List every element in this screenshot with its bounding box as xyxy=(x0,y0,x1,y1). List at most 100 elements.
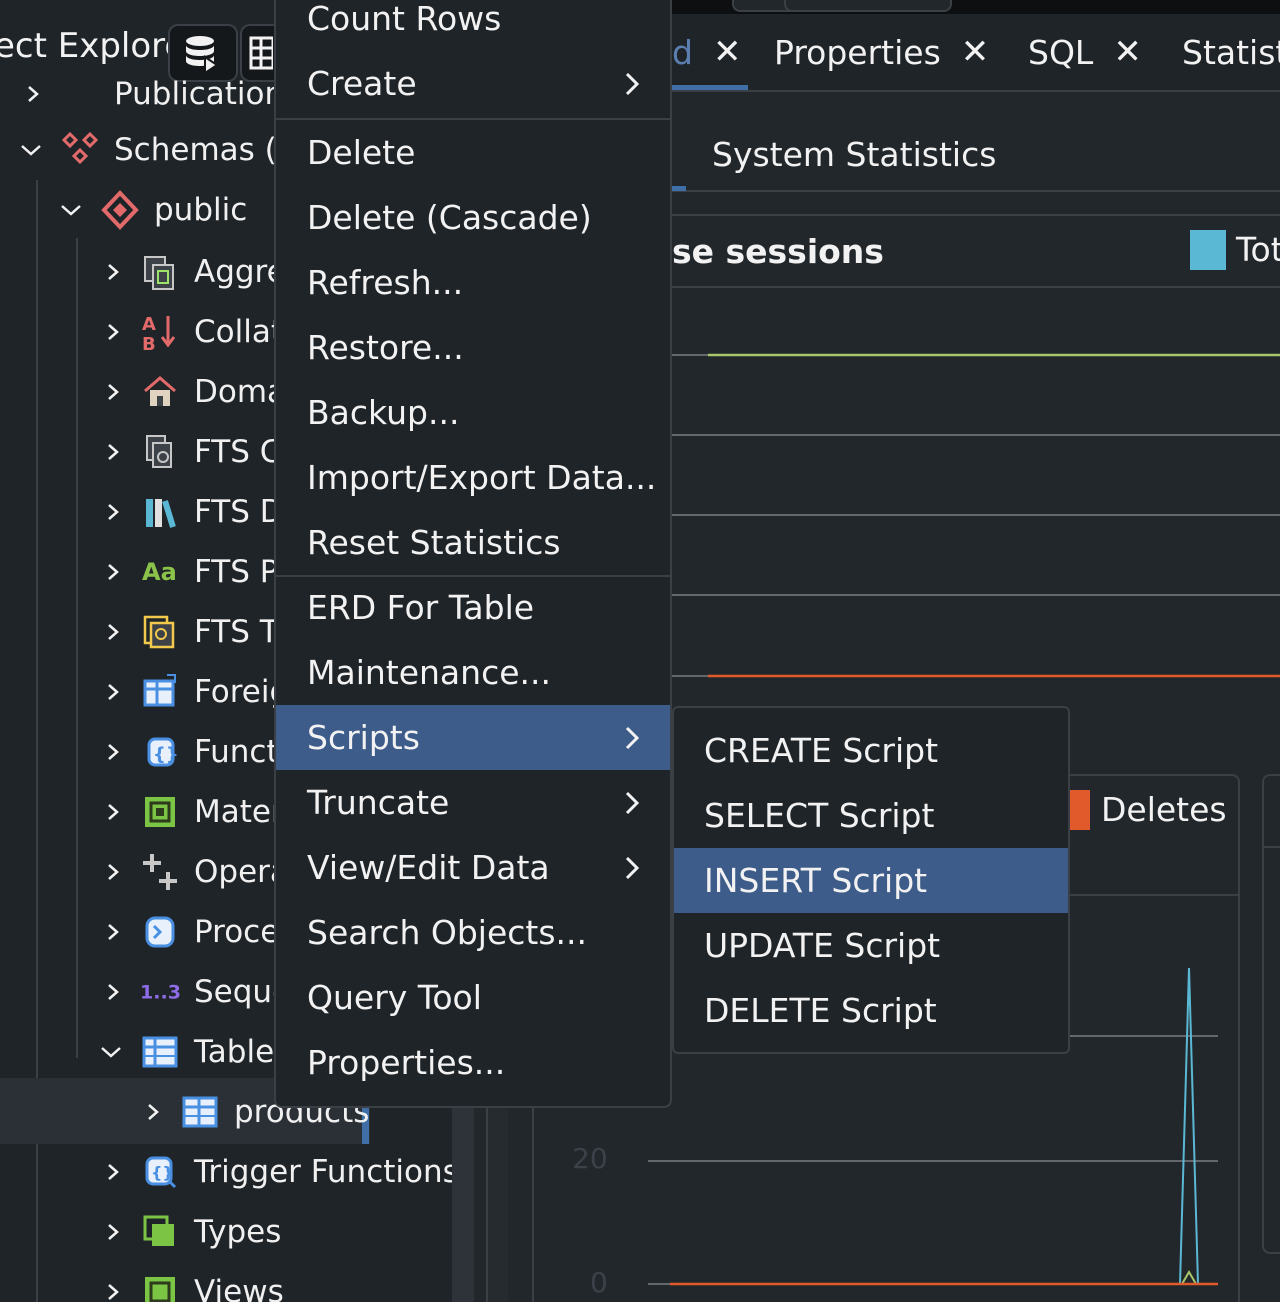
chevron-right-icon[interactable] xyxy=(98,317,128,347)
menu-item-query-tool[interactable]: Query Tool xyxy=(276,965,670,1030)
svg-text:{}: {} xyxy=(151,1163,174,1182)
chevron-right-icon[interactable] xyxy=(98,917,128,947)
tab-label: Statist xyxy=(1182,32,1280,72)
domain-icon xyxy=(140,372,180,412)
card-divider xyxy=(1262,846,1280,848)
tab-label: Properties xyxy=(774,32,941,72)
tab-dashboard[interactable]: d ✕ xyxy=(672,14,741,90)
menu-item-label: UPDATE Script xyxy=(704,926,941,965)
menu-item-label: Backup... xyxy=(307,393,460,432)
tree-item-label: FTS P xyxy=(194,554,279,590)
subtab-label: System Statistics xyxy=(712,134,997,174)
submenu-item-select-script[interactable]: SELECT Script xyxy=(674,783,1068,848)
legend-label-total: Tot xyxy=(1236,230,1280,269)
chevron-right-icon[interactable] xyxy=(98,737,128,767)
y-axis-tick: 0 xyxy=(590,1266,608,1299)
foreign-table-icon xyxy=(140,672,180,712)
menu-item-delete[interactable]: Delete xyxy=(276,120,670,185)
menu-item-restore[interactable]: Restore... xyxy=(276,315,670,380)
menu-item-import-export[interactable]: Import/Export Data... xyxy=(276,445,670,510)
menu-item-refresh[interactable]: Refresh... xyxy=(276,250,670,315)
chevron-right-icon[interactable] xyxy=(98,497,128,527)
menu-item-delete-cascade[interactable]: Delete (Cascade) xyxy=(276,185,670,250)
table-icon xyxy=(180,1092,220,1132)
chevron-right-icon[interactable] xyxy=(18,79,48,109)
collation-icon: AB xyxy=(140,312,180,352)
svg-text:B: B xyxy=(142,334,156,352)
chevron-right-icon xyxy=(620,723,644,753)
tree-scrollbar[interactable] xyxy=(452,1108,474,1302)
function-icon: {} xyxy=(140,732,180,772)
trigger-function-icon: {} xyxy=(140,1152,180,1192)
chevron-down-icon[interactable] xyxy=(16,135,46,165)
menu-item-label: Reset Statistics xyxy=(307,523,561,562)
svg-text:A: A xyxy=(142,314,156,335)
tree-item-label: Types xyxy=(194,1214,282,1250)
chevron-right-icon xyxy=(620,69,644,99)
card-divider xyxy=(672,286,1280,288)
fts-dictionary-icon xyxy=(140,492,180,532)
tree-item-label: Proce xyxy=(194,914,280,950)
tab-statistics[interactable]: Statist xyxy=(1182,14,1280,90)
chevron-down-icon[interactable] xyxy=(56,195,86,225)
chevron-right-icon[interactable] xyxy=(98,617,128,647)
menu-item-reset-statistics[interactable]: Reset Statistics xyxy=(276,510,670,575)
menu-item-label: Restore... xyxy=(307,328,464,367)
tab-sql[interactable]: SQL ✕ xyxy=(1028,14,1142,90)
chevron-right-icon[interactable] xyxy=(98,797,128,827)
svg-text:Aa: Aa xyxy=(142,558,177,586)
submenu-item-insert-script[interactable]: INSERT Script xyxy=(674,848,1068,913)
menu-item-maintenance[interactable]: Maintenance... xyxy=(276,640,670,705)
chevron-right-icon[interactable] xyxy=(98,677,128,707)
chevron-right-icon[interactable] xyxy=(98,377,128,407)
tree-item-types[interactable]: Types xyxy=(0,1202,470,1262)
chevron-right-icon[interactable] xyxy=(98,1157,128,1187)
schema-icon xyxy=(100,190,140,230)
chevron-right-icon[interactable] xyxy=(98,857,128,887)
menu-item-backup[interactable]: Backup... xyxy=(276,380,670,445)
tree-item-views[interactable]: Views xyxy=(0,1262,470,1302)
menu-item-view-edit-data[interactable]: View/Edit Data xyxy=(276,835,670,900)
submenu-item-delete-script[interactable]: DELETE Script xyxy=(674,978,1068,1043)
chevron-right-icon[interactable] xyxy=(98,557,128,587)
tab-system-statistics[interactable]: System Statistics xyxy=(712,118,996,190)
menu-item-truncate[interactable]: Truncate xyxy=(276,770,670,835)
main-tabbar: d ✕ Properties ✕ SQL ✕ Statist xyxy=(672,14,1280,92)
menu-item-label: Create xyxy=(307,64,417,103)
menu-item-search-objects[interactable]: Search Objects... xyxy=(276,900,670,965)
submenu-item-create-script[interactable]: CREATE Script xyxy=(674,718,1068,783)
tab-label: d xyxy=(672,32,693,72)
menu-item-label: Maintenance... xyxy=(307,653,551,692)
chevron-right-icon[interactable] xyxy=(98,977,128,1007)
sequence-icon: 1..3 xyxy=(140,972,180,1012)
chevron-right-icon xyxy=(620,788,644,818)
chevron-down-icon[interactable] xyxy=(96,1037,126,1067)
menu-item-label: CREATE Script xyxy=(704,731,939,770)
chevron-right-icon[interactable] xyxy=(98,1277,128,1302)
tree-item-label: Funct xyxy=(194,734,279,770)
tree-item-label: public xyxy=(154,192,248,228)
submenu-item-update-script[interactable]: UPDATE Script xyxy=(674,913,1068,978)
chevron-right-icon[interactable] xyxy=(98,1217,128,1247)
menu-item-count-rows[interactable]: Count Rows xyxy=(276,0,670,51)
tree-item-label: FTS T xyxy=(194,614,279,650)
menu-item-scripts[interactable]: Scripts xyxy=(276,705,670,770)
close-icon[interactable]: ✕ xyxy=(961,32,990,72)
chevron-right-icon[interactable] xyxy=(98,437,128,467)
menu-item-create[interactable]: Create xyxy=(276,51,670,116)
view-icon xyxy=(140,1272,180,1302)
tab-properties[interactable]: Properties ✕ xyxy=(774,14,989,90)
menu-item-erd-for-table[interactable]: ERD For Table xyxy=(276,575,670,640)
chevron-right-icon[interactable] xyxy=(138,1097,168,1127)
chevron-right-icon[interactable] xyxy=(98,257,128,287)
close-icon[interactable]: ✕ xyxy=(713,32,742,72)
close-icon[interactable]: ✕ xyxy=(1113,32,1142,72)
publication-icon xyxy=(56,74,96,114)
tree-item-label: Table xyxy=(194,1034,275,1070)
menu-item-label: Import/Export Data... xyxy=(307,458,657,497)
menu-item-properties[interactable]: Properties... xyxy=(276,1030,670,1095)
panel-splitter[interactable] xyxy=(486,1108,508,1302)
active-subtab-indicator xyxy=(672,186,686,191)
tree-item-trigger-functions[interactable]: {} Trigger Functions xyxy=(0,1142,470,1202)
y-axis-tick: 20 xyxy=(572,1142,608,1175)
